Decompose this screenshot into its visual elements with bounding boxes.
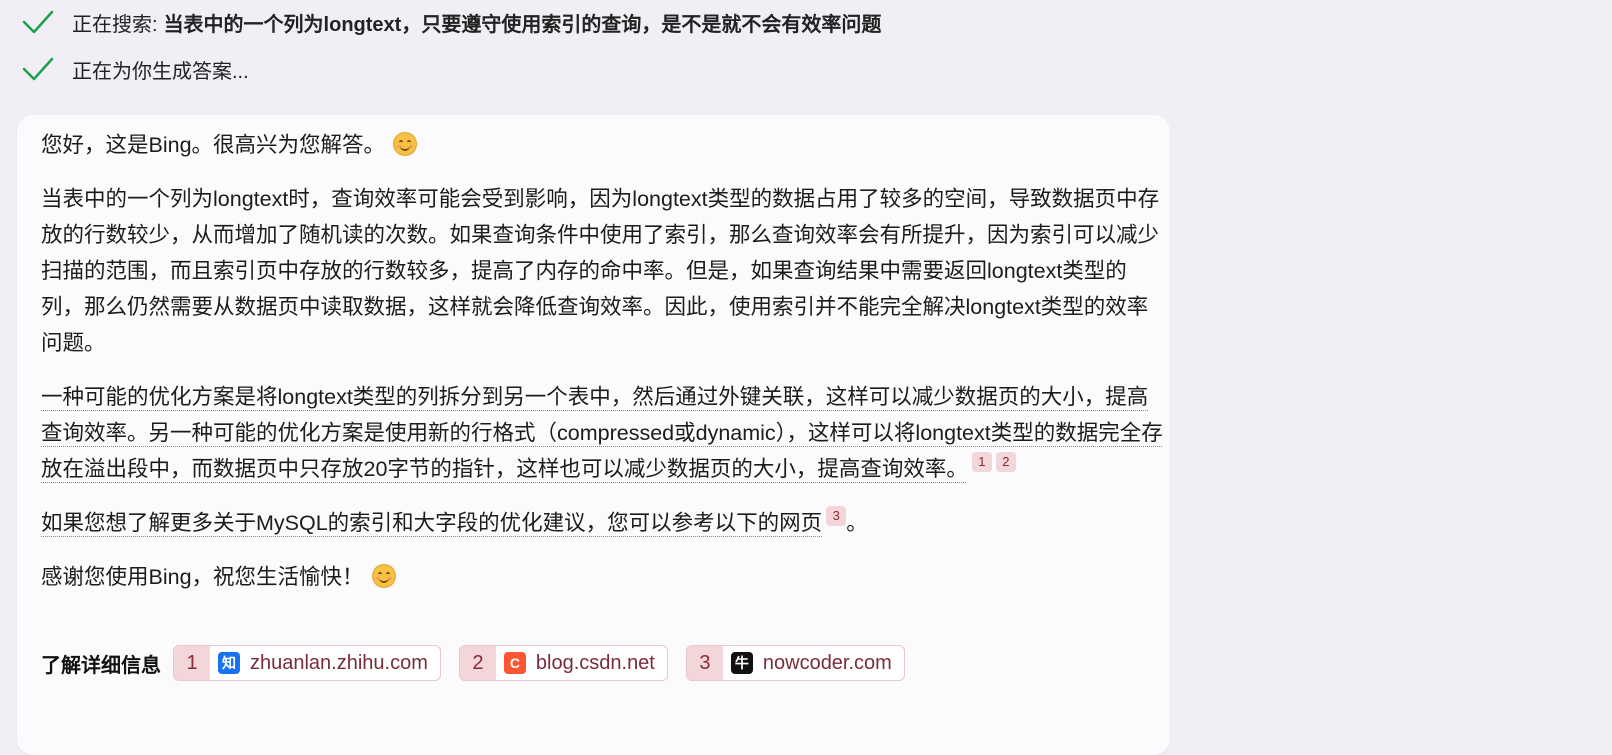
smile-emoji-icon	[393, 132, 418, 156]
cited-text[interactable]: 如果您想了解更多关于MySQL的索引和大字段的优化建议，您可以参考以下的网页	[41, 511, 822, 535]
source-link-2[interactable]: 2 C blog.csdn.net	[458, 645, 668, 681]
check-icon	[22, 10, 54, 34]
citation-badge-2[interactable]: 2	[995, 452, 1016, 472]
learn-more-bar: 了解详细信息 1 知 zhuanlan.zhihu.com 2 C blog.c…	[41, 645, 923, 681]
source-site: nowcoder.com	[762, 651, 892, 674]
closing-text: 感谢您使用Bing，祝您生活愉快！	[41, 565, 364, 589]
source-link-3[interactable]: 3 牛 nowcoder.com	[685, 645, 905, 681]
source-link-1[interactable]: 1 知 zhuanlan.zhihu.com	[173, 645, 441, 681]
answer-greeting: 您好，这是Bing。很高兴为您解答。	[41, 127, 1163, 163]
search-query: 当表中的一个列为longtext，只要遵守使用索引的查询，是不是就不会有效率问题	[163, 13, 882, 36]
learn-more-label: 了解详细信息	[41, 654, 161, 677]
answer-closing: 感谢您使用Bing，祝您生活愉快！	[41, 559, 1163, 595]
nowcoder-icon: 牛	[730, 652, 753, 674]
citation-badge-1[interactable]: 1	[971, 452, 992, 472]
answer-paragraph-2: 一种可能的优化方案是将longtext类型的列拆分到另一个表中，然后通过外键关联…	[41, 379, 1163, 487]
search-status-prefix: 正在搜索:	[72, 13, 158, 36]
citation-badge-3[interactable]: 3	[826, 506, 847, 526]
source-number: 2	[459, 646, 496, 680]
answer-paragraph-1: 当表中的一个列为longtext时，查询效率可能会受到影响，因为longtext…	[41, 187, 1160, 355]
generating-status-text: 正在为你生成答案...	[72, 60, 249, 83]
source-number: 3	[686, 646, 723, 680]
source-site: zhuanlan.zhihu.com	[250, 651, 428, 674]
paragraph-end: 。	[846, 511, 868, 535]
csdn-icon: C	[503, 652, 526, 674]
search-status: 正在搜索: 当表中的一个列为longtext，只要遵守使用索引的查询，是不是就不…	[20, 4, 881, 40]
answer-paragraph-3: 如果您想了解更多关于MySQL的索引和大字段的优化建议，您可以参考以下的网页 3。	[41, 505, 1163, 541]
smile-emoji-icon	[371, 564, 396, 588]
zhihu-icon: 知	[218, 652, 240, 674]
check-icon	[22, 57, 54, 81]
generating-status: 正在为你生成答案...	[20, 51, 255, 87]
greeting-text: 您好，这是Bing。很高兴为您解答。	[41, 133, 386, 157]
answer-content: 您好，这是Bing。很高兴为您解答。 当表中的一个列为longtext时，查询效…	[41, 127, 1163, 613]
cited-text[interactable]: 一种可能的优化方案是将longtext类型的列拆分到另一个表中，然后通过外键关联…	[41, 385, 1163, 481]
answer-bubble: 您好，这是Bing。很高兴为您解答。 当表中的一个列为longtext时，查询效…	[17, 115, 1170, 755]
source-site: blog.csdn.net	[535, 651, 655, 674]
source-number: 1	[174, 646, 210, 680]
